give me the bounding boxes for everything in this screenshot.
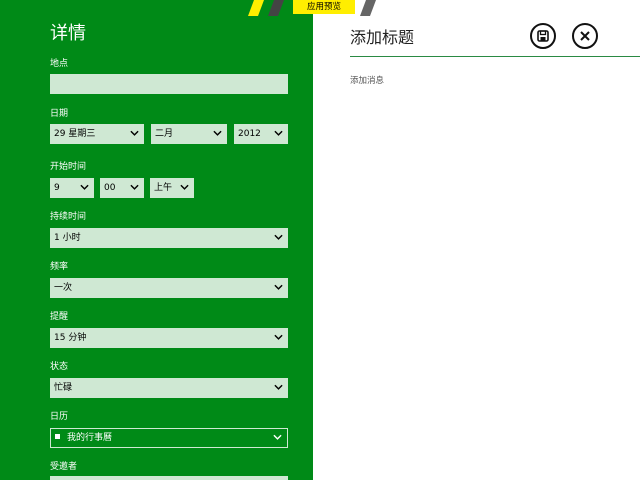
chevron-down-icon [130,184,139,190]
save-icon [537,30,549,42]
start-ampm-select[interactable]: 上午 [150,178,194,198]
duration-value: 1 小时 [54,233,81,243]
chevron-down-icon [274,334,283,340]
chevron-down-icon [273,434,282,440]
start-minute-select[interactable]: 00 [100,178,144,198]
title-input[interactable]: 添加标题 [350,24,414,48]
chevron-down-icon [274,384,283,390]
close-icon [580,31,590,41]
date-month-value: 二月 [155,129,174,139]
start-hour-select[interactable]: 9 [50,178,94,198]
calendar-select[interactable]: 我的行事曆 [50,428,288,448]
reminder-value: 15 分钟 [54,333,87,343]
chevron-down-icon [213,130,222,136]
chevron-down-icon [274,284,283,290]
reminder-label: 提醒 [50,312,69,322]
frequency-value: 一次 [54,283,73,293]
save-button[interactable] [530,23,556,49]
close-button[interactable] [572,23,598,49]
frequency-label: 频率 [50,262,69,272]
status-select[interactable]: 忙碌 [50,378,288,398]
location-input[interactable] [50,74,288,94]
start-hour-value: 9 [54,183,60,193]
calendar-value: 我的行事曆 [67,433,113,443]
date-day-select[interactable]: 29 星期三 [50,124,144,144]
calendar-label: 日历 [50,412,69,422]
invitees-label: 受邀者 [50,462,78,472]
date-day-value: 29 星期三 [54,129,96,139]
calendar-value-wrap: 我的行事曆 [55,429,112,447]
date-year-select[interactable]: 2012 [234,124,288,144]
chevron-down-icon [130,130,139,136]
date-year-value: 2012 [238,129,261,139]
message-input[interactable]: 添加消息 [350,74,384,86]
calendar-color-icon [55,434,60,439]
start-time-label: 开始时间 [50,162,87,172]
title-underline [350,56,640,57]
chevron-down-icon [274,234,283,240]
start-minute-value: 00 [104,183,116,193]
start-ampm-value: 上午 [154,183,173,193]
details-title: 详情 [50,23,86,44]
frequency-select[interactable]: 一次 [50,278,288,298]
details-panel: 详情 地点 日期 29 星期三 二月 2012 开始时间 9 00 上午 持续时… [0,0,313,480]
status-label: 状态 [50,362,69,372]
status-value: 忙碌 [54,383,73,393]
invitees-input[interactable] [50,476,288,480]
date-label: 日期 [50,109,69,119]
location-label: 地点 [50,59,69,69]
date-month-select[interactable]: 二月 [151,124,227,144]
reminder-select[interactable]: 15 分钟 [50,328,288,348]
app-preview-banner: 应用预览 [293,0,355,14]
chevron-down-icon [180,184,189,190]
duration-select[interactable]: 1 小时 [50,228,288,248]
chevron-down-icon [274,130,283,136]
chevron-down-icon [80,184,89,190]
duration-label: 持续时间 [50,212,87,222]
